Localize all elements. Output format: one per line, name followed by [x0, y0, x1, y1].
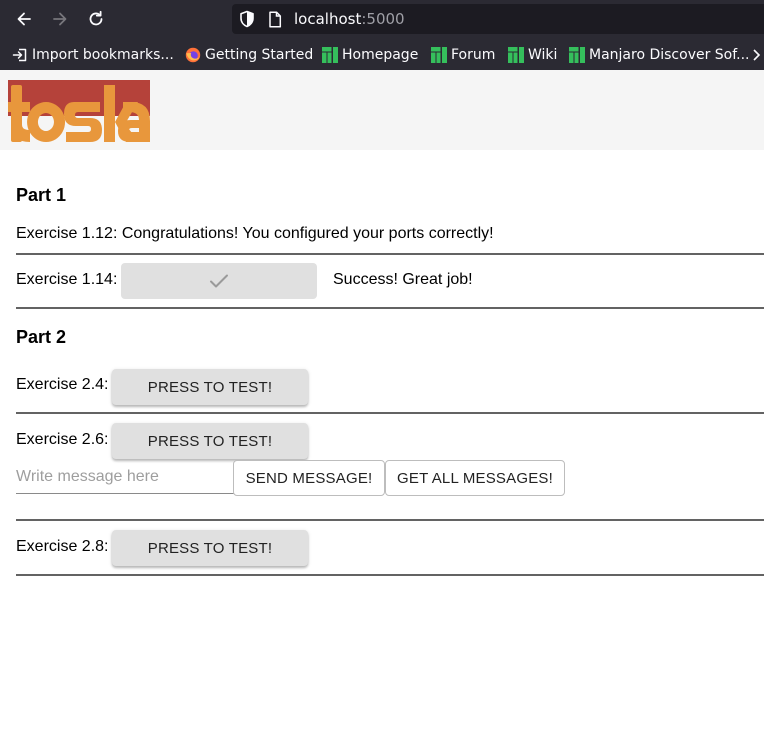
exercise-1-12-text: Exercise 1.12: Congratulations! You conf… — [16, 225, 494, 242]
part-2-heading: Part 2 — [16, 327, 67, 347]
manjaro-icon — [569, 47, 585, 63]
check-icon — [210, 274, 228, 288]
divider — [16, 519, 764, 521]
bookmarks-overflow-chevron-icon[interactable] — [752, 47, 764, 63]
url-host: localhost — [294, 10, 362, 28]
bookmark-label: Homepage — [342, 47, 419, 63]
divider — [16, 307, 764, 309]
divider — [16, 574, 764, 576]
firefox-icon — [185, 47, 201, 63]
browser-toolbar: localhost:5000 — [0, 0, 764, 38]
manjaro-icon — [431, 47, 447, 63]
toska-logo — [8, 80, 150, 147]
part-1-heading: Part 1 — [16, 185, 67, 205]
bookmark-label: Forum — [451, 47, 496, 63]
bookmarks-toolbar: Import bookmarks... Getting Started Home… — [0, 42, 764, 68]
send-message-button[interactable]: SEND MESSAGE! — [233, 460, 385, 496]
bookmark-label: Wiki — [528, 47, 558, 63]
bookmark-getting-started[interactable]: Getting Started — [185, 42, 313, 68]
bookmark-manjaro-discover[interactable]: Manjaro Discover Sof... — [569, 42, 750, 68]
bookmark-label: Manjaro Discover Sof... — [589, 47, 750, 63]
bookmark-import[interactable]: Import bookmarks... — [12, 42, 174, 68]
manjaro-icon — [322, 47, 338, 63]
bookmark-homepage[interactable]: Homepage — [322, 42, 418, 68]
bookmark-wiki[interactable]: Wiki — [508, 42, 557, 68]
divider — [16, 412, 764, 414]
arrow-left-icon — [17, 12, 31, 26]
bookmark-label: Import bookmarks... — [32, 47, 174, 63]
exercise-2-4-test-button[interactable]: PRESS TO TEST! — [112, 369, 308, 405]
back-button[interactable] — [11, 6, 37, 32]
reload-button[interactable] — [83, 6, 109, 32]
bookmark-forum[interactable]: Forum — [431, 42, 495, 68]
get-all-messages-button[interactable]: GET ALL MESSAGES! — [385, 460, 565, 496]
shield-icon[interactable] — [238, 10, 256, 28]
page-icon[interactable] — [266, 10, 284, 28]
exercise-1-14-button[interactable] — [121, 263, 317, 299]
exercise-1-14-status: Success! Great job! — [333, 271, 473, 288]
exercise-2-6-test-button[interactable]: PRESS TO TEST! — [112, 423, 308, 459]
exercise-2-6-label: Exercise 2.6: — [16, 431, 109, 448]
arrow-right-icon — [53, 12, 67, 26]
exercise-1-14-label: Exercise 1.14: — [16, 271, 118, 288]
reload-icon — [89, 10, 103, 26]
forward-button[interactable] — [47, 6, 73, 32]
url-text[interactable]: localhost:5000 — [294, 10, 405, 28]
address-bar[interactable]: localhost:5000 — [232, 4, 764, 34]
manjaro-icon — [508, 47, 524, 63]
exercise-2-8-test-button[interactable]: PRESS TO TEST! — [112, 530, 308, 566]
browser-chrome: localhost:5000 Import bookmarks... Getti… — [0, 0, 764, 70]
url-port: :5000 — [361, 10, 405, 28]
site-header — [0, 70, 764, 150]
exercise-2-4-label: Exercise 2.4: — [16, 376, 109, 393]
exercise-2-8-label: Exercise 2.8: — [16, 538, 109, 555]
import-icon — [12, 47, 28, 63]
bookmark-label: Getting Started — [205, 47, 314, 63]
message-input[interactable] — [16, 460, 234, 494]
divider — [16, 253, 764, 255]
